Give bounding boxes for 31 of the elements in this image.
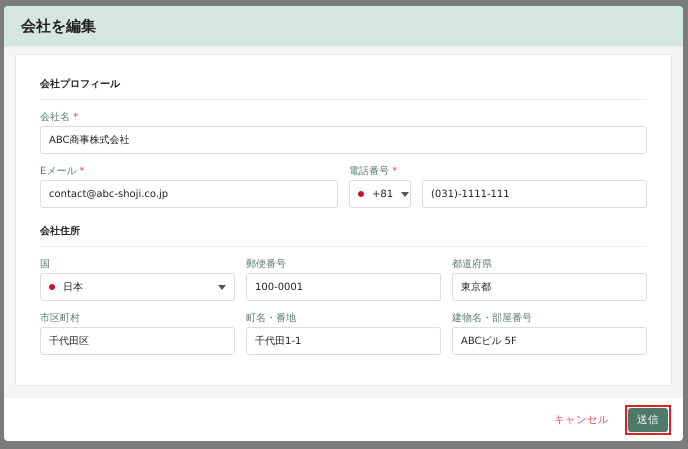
caret-icon bbox=[218, 284, 226, 290]
country-code-select[interactable]: +81 bbox=[349, 180, 411, 208]
field-label: 電話番号 bbox=[349, 166, 389, 177]
section-title: 会社住所 bbox=[40, 224, 647, 247]
cancel-button[interactable]: キャンセル bbox=[548, 412, 615, 428]
input-field[interactable]: 100-0001 bbox=[246, 273, 441, 301]
input-field[interactable]: ABCビル 5F bbox=[452, 327, 647, 355]
flag-icon bbox=[358, 191, 364, 197]
input-field[interactable]: (031)-1111-111 bbox=[422, 180, 647, 208]
field-label: 国 bbox=[40, 259, 50, 270]
dialog-title: 会社を編集 bbox=[21, 16, 96, 36]
field-label: 町名・番地 bbox=[246, 313, 296, 324]
flag-icon bbox=[49, 284, 55, 290]
input-field[interactable]: contact@abc-shoji.co.jp bbox=[40, 180, 338, 208]
required-mark: * bbox=[80, 166, 85, 177]
submit-button[interactable]: 送信 bbox=[628, 408, 668, 432]
country-select[interactable]: 日本 bbox=[40, 273, 235, 301]
field-label: 都道府県 bbox=[452, 259, 492, 270]
field-label: Eメール bbox=[40, 166, 76, 177]
caret-icon bbox=[401, 192, 410, 196]
section-title: 会社プロフィール bbox=[40, 77, 647, 100]
input-field[interactable]: 千代田1-1 bbox=[246, 327, 441, 355]
input-field[interactable]: 千代田区 bbox=[40, 327, 235, 355]
required-mark: * bbox=[392, 166, 398, 177]
input-field[interactable]: ABC商事株式会社 bbox=[40, 126, 647, 154]
input-field[interactable]: 東京都 bbox=[452, 273, 647, 301]
field-label: 市区町村 bbox=[40, 313, 80, 324]
field-label: 会社名 bbox=[40, 112, 70, 123]
field-label: 建物名・部屋番号 bbox=[452, 313, 532, 324]
required-mark: * bbox=[73, 112, 78, 123]
field-label: 郵便番号 bbox=[246, 259, 286, 270]
